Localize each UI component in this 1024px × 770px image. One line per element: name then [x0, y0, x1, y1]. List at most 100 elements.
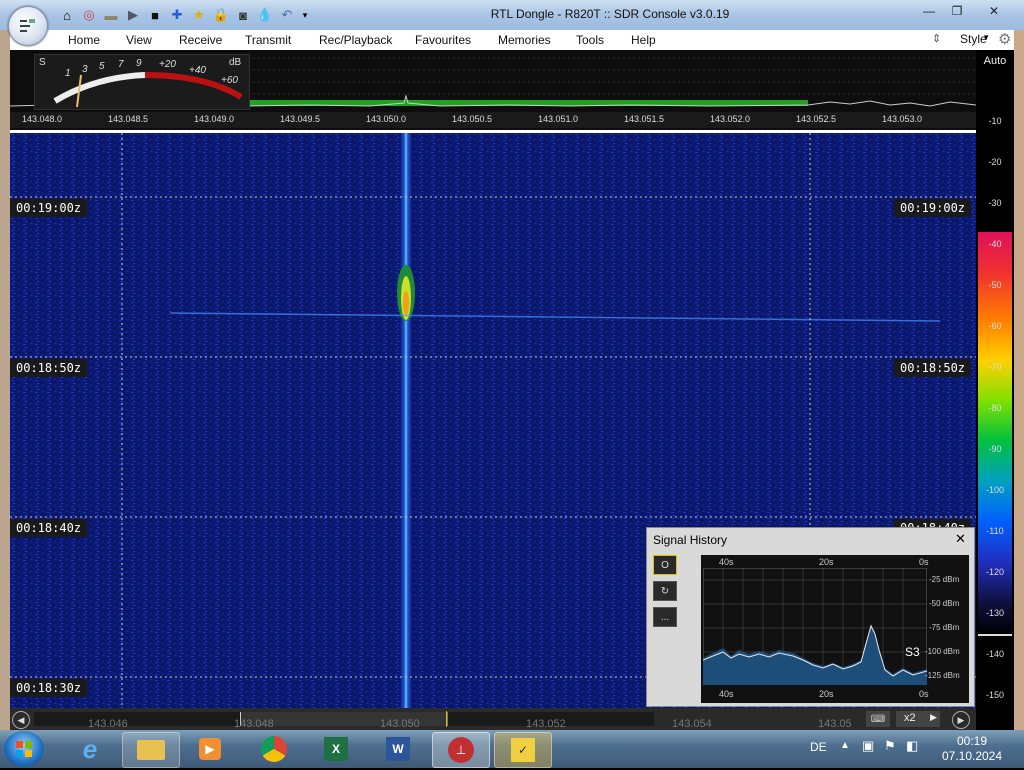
signal-plot — [703, 568, 927, 685]
menu-rec-playback[interactable]: Rec/Playback — [319, 33, 392, 47]
menu-help[interactable]: Help — [631, 33, 656, 47]
reset-button[interactable]: ↻ — [653, 581, 677, 601]
drop-icon[interactable]: 💧 — [256, 6, 274, 24]
freq-label: 143.052.5 — [796, 114, 837, 124]
chrome-icon[interactable] — [246, 732, 302, 766]
overview-label: 143.050 — [380, 718, 420, 730]
task-app-icon[interactable]: ✓ — [494, 732, 552, 768]
time-label: 00:18:40z — [10, 519, 88, 537]
db-label: -100 — [985, 485, 1004, 495]
menu-view[interactable]: View — [126, 33, 152, 47]
start-button[interactable] — [4, 731, 44, 767]
menu-favourites[interactable]: Favourites — [415, 33, 471, 47]
clock-date: 07.10.2024 — [941, 749, 1003, 763]
spectrum-panel[interactable]: S dB 1 3 5 7 9 +20 +40 +60 143.048.0 143… — [10, 50, 976, 130]
db-label: -140 — [985, 649, 1004, 659]
db-label: -60 — [988, 321, 1002, 331]
folder-icon[interactable]: ▬ — [102, 6, 120, 24]
tuning-marker — [446, 711, 447, 727]
dbm-label: -100 dBm — [925, 647, 960, 656]
menu-receive[interactable]: Receive — [179, 33, 222, 47]
overview-label: 143.048 — [234, 718, 274, 730]
menu-memories[interactable]: Memories — [498, 33, 551, 47]
excel-icon[interactable]: X — [308, 732, 364, 766]
freq-label: 143.051.0 — [538, 114, 579, 124]
play-icon[interactable]: ▶ — [124, 6, 142, 24]
window-border — [0, 30, 10, 730]
zoom-label: x2 — [904, 712, 916, 724]
db-label: -130 — [985, 608, 1004, 618]
tray-expand-icon[interactable]: ▲ — [840, 740, 850, 751]
freq-label: 143.048.5 — [108, 114, 149, 124]
menu-transmit[interactable]: Transmit — [245, 33, 291, 47]
db-label: -80 — [988, 403, 1002, 413]
menu-home[interactable]: Home — [68, 33, 100, 47]
style-menu[interactable]: Style — [960, 32, 987, 46]
options-button[interactable]: ... — [653, 607, 677, 627]
chevron-down-icon[interactable]: ▾ — [984, 32, 989, 43]
language-indicator[interactable]: DE — [810, 740, 827, 754]
media-player-icon[interactable]: ▶ — [182, 732, 238, 766]
overview-label: 143.054 — [672, 718, 712, 730]
db-label: -120 — [985, 567, 1004, 577]
signal-history-window[interactable]: Signal History ✕ O ↻ ... 40s 20s 0s -25 … — [646, 527, 975, 707]
star-icon[interactable]: ★ — [190, 6, 208, 24]
dbm-label: -25 dBm — [929, 575, 960, 584]
collapse-icon[interactable]: ⇕ — [932, 32, 941, 45]
frequency-axis: 143.048.0 143.048.5 143.049.0 143.049.5 … — [10, 112, 976, 128]
level-scale[interactable]: Auto -10 -20 -30 -40 -50 -60 -70 -80 -90… — [976, 50, 1014, 708]
taskbar: e ▶ X W ⊥ ✓ DE ▲ ▣ ⚑ ◧ 00:19 07.10.2024 — [0, 730, 1024, 768]
s-meter: S dB 1 3 5 7 9 +20 +40 +60 — [34, 54, 250, 110]
tray-app-icon[interactable]: ▣ — [862, 738, 874, 754]
internet-explorer-icon[interactable]: e — [62, 732, 118, 766]
signal-history-title: Signal History — [653, 533, 728, 547]
close-button[interactable]: ✕ — [980, 2, 1008, 20]
keyboard-icon[interactable]: ⌨ — [866, 711, 890, 727]
scroll-right-button[interactable]: ▶ — [952, 711, 970, 729]
dbm-label: -75 dBm — [929, 623, 960, 632]
zoom-button[interactable]: x2 ▶ — [896, 711, 940, 727]
window-border — [1014, 30, 1024, 730]
clock-time: 00:19 — [956, 734, 988, 748]
stop-icon[interactable]: ■ — [146, 6, 164, 24]
time-tick: 40s — [719, 689, 734, 699]
network-icon[interactable]: ⚑ — [884, 738, 896, 754]
close-icon[interactable]: ✕ — [955, 531, 966, 547]
db-label: -40 — [988, 239, 1002, 249]
overview-bar[interactable]: ◀ 143.046 143.048 143.050 143.052 143.05… — [10, 708, 976, 730]
dbm-label: -125 dBm — [925, 671, 960, 680]
db-label: -70 — [988, 362, 1002, 372]
db-label: -50 — [988, 280, 1002, 290]
menu-tools[interactable]: Tools — [576, 33, 604, 47]
dbm-label: -50 dBm — [929, 599, 960, 608]
lock-icon[interactable]: 🔒 — [212, 6, 230, 24]
file-explorer-icon[interactable] — [122, 732, 180, 768]
window-title: RTL Dongle - R820T :: SDR Console v3.0.1… — [490, 7, 730, 21]
gear-icon[interactable]: ⚙ — [998, 30, 1011, 48]
add-icon[interactable]: ✚ — [168, 6, 186, 24]
freq-label: 143.048.0 — [22, 114, 63, 124]
scroll-left-button[interactable]: ◀ — [12, 711, 30, 729]
record-button[interactable]: O — [653, 555, 677, 575]
time-tick: 40s — [719, 557, 734, 567]
freq-label: 143.052.0 — [710, 114, 751, 124]
minimize-button[interactable]: — — [916, 2, 942, 20]
sdr-console-icon[interactable]: ⊥ — [432, 732, 490, 768]
maximize-button[interactable]: ❐ — [944, 2, 970, 20]
camera-icon[interactable]: ◙ — [234, 6, 252, 24]
title-bar: ⌂ ◎ ▬ ▶ ■ ✚ ★ 🔒 ◙ 💧 ↶ ▾ RTL Dongle - R82… — [0, 0, 1024, 30]
db-label: -30 — [988, 198, 1002, 208]
clock[interactable]: 00:19 07.10.2024 — [930, 734, 1014, 764]
time-tick: 0s — [919, 689, 929, 699]
app-orb-button[interactable] — [8, 6, 48, 46]
lifebuoy-icon[interactable]: ◎ — [80, 6, 98, 24]
volume-icon[interactable]: ◧ — [906, 738, 918, 754]
auto-button[interactable]: Auto — [976, 55, 1014, 67]
db-label: -20 — [988, 157, 1002, 167]
word-icon[interactable]: W — [370, 732, 426, 766]
undo-icon[interactable]: ↶ — [278, 6, 296, 24]
freq-label: 143.050.0 — [366, 114, 407, 124]
home-icon[interactable]: ⌂ — [58, 6, 76, 24]
overview-label: 143.05 — [818, 718, 852, 730]
chevron-down-icon[interactable]: ▾ — [296, 6, 314, 24]
